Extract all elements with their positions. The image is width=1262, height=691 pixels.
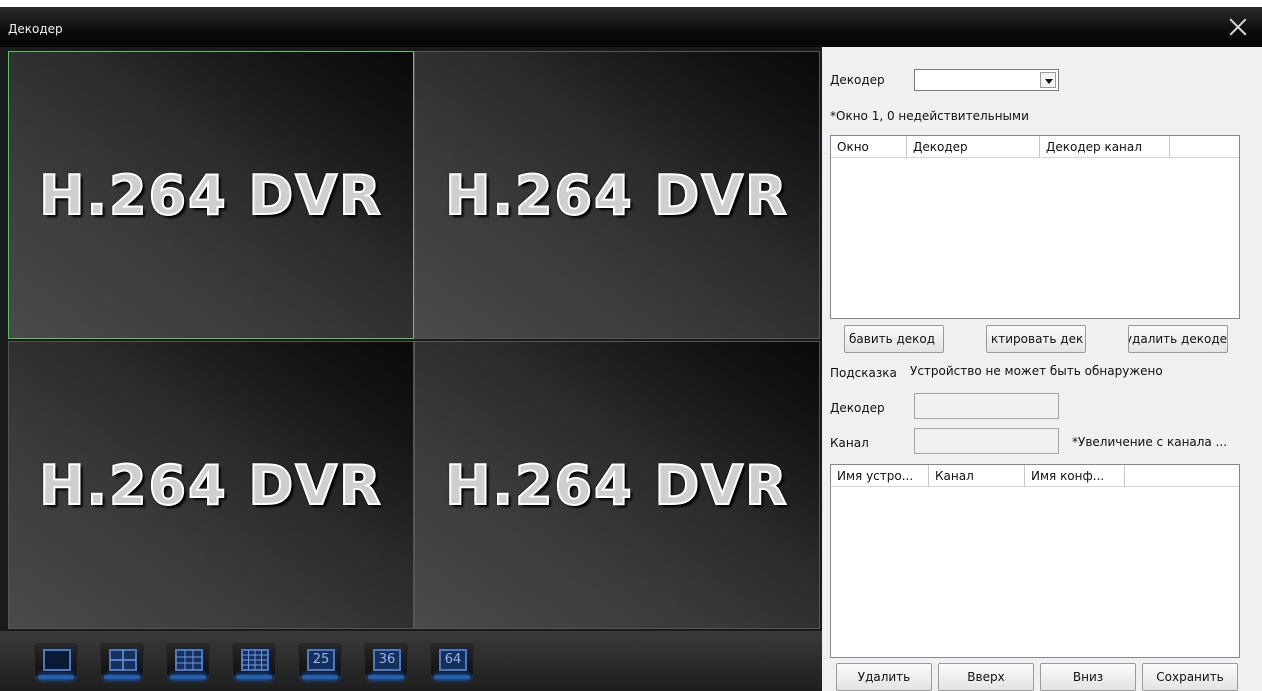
col-channel[interactable]: Канал: [929, 465, 1025, 487]
layout-36-label: 36: [373, 649, 401, 671]
video-grid: H.264 DVR H.264 DVR H.264 DVR H.264 DVR: [8, 51, 822, 629]
col-decoder[interactable]: Декодер: [907, 136, 1040, 158]
layout-9-icon: [175, 649, 203, 671]
layout-64-label: 64: [439, 649, 467, 671]
layout-36-button[interactable]: 36: [364, 643, 408, 679]
channel-field[interactable]: [914, 428, 1059, 454]
device-table-header: Имя устро... Канал Имя конф...: [831, 465, 1239, 487]
layout-1-button[interactable]: [34, 643, 78, 679]
delete-button[interactable]: Удалить: [836, 663, 932, 691]
col-config-name[interactable]: Имя конф...: [1025, 465, 1125, 487]
decoder-panel: Декодер *Окно 1, 0 недействительными Окн…: [822, 47, 1262, 691]
layout-64-button[interactable]: 64: [430, 643, 474, 679]
video-area: H.264 DVR H.264 DVR H.264 DVR H.264 DVR: [0, 47, 822, 691]
save-button[interactable]: Сохранить: [1142, 663, 1238, 691]
decoder-label: Декодер: [830, 73, 885, 87]
device-table[interactable]: Имя устро... Канал Имя конф...: [830, 464, 1240, 658]
up-button[interactable]: Вверх: [938, 663, 1034, 691]
down-button[interactable]: Вниз: [1040, 663, 1136, 691]
title-bar: Декодер: [0, 7, 1262, 47]
col-device-name[interactable]: Имя устро...: [831, 465, 929, 487]
video-cell-1[interactable]: H.264 DVR: [8, 51, 414, 339]
layout-9-button[interactable]: [166, 643, 210, 679]
hint-label: Подсказка: [830, 366, 897, 380]
layout-16-icon: [241, 649, 269, 671]
decoder-table-header: Окно Декодер Декодер канал: [831, 136, 1239, 158]
delete-decoder-button[interactable]: удалить декоде: [1128, 325, 1228, 353]
video-cell-label: H.264 DVR: [444, 453, 789, 518]
decoder-window: Декодер H.264 DVR H.264 DVR H.264 DVR H.…: [0, 7, 1262, 691]
col-window[interactable]: Окно: [831, 136, 907, 158]
video-cell-label: H.264 DVR: [444, 163, 789, 228]
decoder-select[interactable]: [914, 69, 1059, 91]
decoder-table[interactable]: Окно Декодер Декодер канал: [830, 135, 1240, 319]
video-cell-2[interactable]: H.264 DVR: [414, 51, 820, 339]
hint-text: Устройство не может быть обнаружено: [910, 364, 1163, 378]
layout-toolbar: 25 36 64: [0, 631, 822, 691]
video-cell-3[interactable]: H.264 DVR: [8, 341, 414, 629]
add-decoder-button[interactable]: бавить декод: [844, 325, 944, 353]
layout-4-icon: [109, 649, 137, 671]
layout-1-icon: [43, 649, 71, 671]
layout-25-label: 25: [307, 649, 335, 671]
window-info: *Окно 1, 0 недействительными: [830, 109, 1029, 123]
video-cell-label: H.264 DVR: [38, 453, 383, 518]
close-icon[interactable]: [1226, 16, 1248, 38]
channel-field-label: Канал: [830, 436, 869, 450]
video-cell-label: H.264 DVR: [38, 163, 383, 228]
decoder-field-label: Декодер: [830, 401, 885, 415]
edit-decoder-button[interactable]: ктировать дек: [986, 325, 1086, 353]
layout-25-button[interactable]: 25: [298, 643, 342, 679]
video-cell-4[interactable]: H.264 DVR: [414, 341, 820, 629]
chevron-down-icon[interactable]: [1040, 72, 1056, 88]
col-decoder-channel[interactable]: Декодер канал: [1040, 136, 1170, 158]
channel-note: *Увеличение с канала ...: [1072, 435, 1228, 449]
layout-4-button[interactable]: [100, 643, 144, 679]
decoder-field[interactable]: [914, 393, 1059, 419]
layout-16-button[interactable]: [232, 643, 276, 679]
window-title: Декодер: [8, 22, 63, 36]
